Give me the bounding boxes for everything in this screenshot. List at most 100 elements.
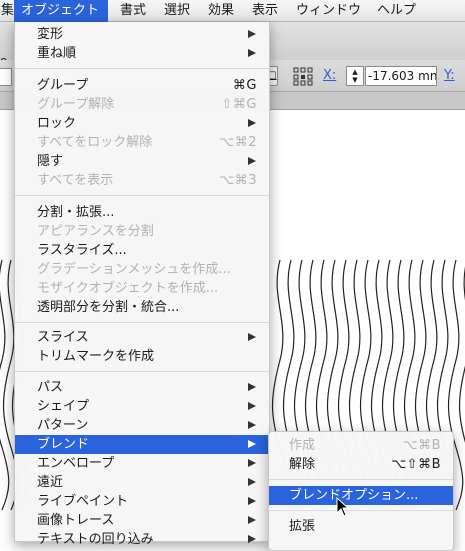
menu-item-text-wrap[interactable]: テキストの回り込み bbox=[15, 530, 269, 549]
submenu-arrow-icon bbox=[248, 459, 256, 467]
menu-item-label: シェイプ bbox=[37, 399, 89, 414]
menu-item-expand[interactable]: 分割・拡張... bbox=[15, 203, 269, 222]
menu-item-label: 透明部分を分割・統合... bbox=[37, 300, 179, 315]
menu-item-label: 作成 bbox=[289, 438, 315, 453]
menu-item-envelope[interactable]: エンベロープ bbox=[15, 454, 269, 473]
object-menu: 変形 重ね順 グループ ⌘G グループ解除 ⇧⌘G ロック すべてをロック解除 ⌥⌘2… bbox=[14, 22, 270, 542]
menu-item-label: 分割・拡張... bbox=[37, 205, 114, 220]
menu-item-perspective[interactable]: 遠近 bbox=[15, 473, 269, 492]
submenu-item-release[interactable]: 解除 ⌥⇧⌘B bbox=[269, 455, 453, 474]
menu-item-label: グループ解除 bbox=[37, 97, 114, 112]
submenu-arrow-icon bbox=[248, 30, 256, 38]
menu-item-label: すべてを表示 bbox=[37, 173, 113, 188]
menu-item-shortcut: ⌥⌘B bbox=[403, 436, 441, 455]
submenu-arrow-icon bbox=[248, 440, 256, 448]
menubar-item-window[interactable]: ウィンドウ bbox=[289, 0, 368, 22]
submenu-arrow-icon bbox=[248, 478, 256, 486]
menu-item-label: モザイクオブジェクトを作成... bbox=[37, 281, 218, 296]
control-bar-field[interactable] bbox=[0, 68, 12, 86]
x-coordinate-input[interactable]: -17.603 mn bbox=[365, 66, 437, 86]
menubar-item-effect[interactable]: 効果 bbox=[201, 0, 241, 22]
menu-item-rasterize[interactable]: ラスタライズ... bbox=[15, 241, 269, 260]
menubar: 集 オブジェクト 書式 選択 効果 表示 ウィンドウ ヘルプ bbox=[0, 0, 465, 22]
menu-item-blend[interactable]: ブレンド bbox=[15, 435, 269, 454]
menu-item-label: エンベロープ bbox=[37, 456, 114, 471]
menu-item-object-mosaic: モザイクオブジェクトを作成... bbox=[15, 279, 269, 298]
menu-item-slice[interactable]: スライス bbox=[15, 328, 269, 347]
menu-separator bbox=[15, 195, 269, 196]
menu-item-image-trace[interactable]: 画像トレース bbox=[15, 511, 269, 530]
menu-item-live-paint[interactable]: ライブペイント bbox=[15, 492, 269, 511]
submenu-arrow-icon bbox=[248, 49, 256, 57]
menu-item-label: 拡張 bbox=[289, 519, 315, 534]
menu-item-label: 重ね順 bbox=[37, 46, 76, 61]
menu-item-label: ラスタライズ... bbox=[37, 243, 127, 258]
menu-item-pattern[interactable]: パターン bbox=[15, 416, 269, 435]
menu-item-label: スライス bbox=[37, 330, 89, 345]
menubar-item-select[interactable]: 選択 bbox=[157, 0, 197, 22]
menu-item-transform[interactable]: 変形 bbox=[15, 25, 269, 44]
menu-separator bbox=[269, 510, 453, 511]
menu-separator bbox=[15, 322, 269, 323]
submenu-arrow-icon bbox=[248, 516, 256, 524]
menu-item-show-all: すべてを表示 ⌥⌘3 bbox=[15, 171, 269, 190]
menu-item-label: ブレンド bbox=[37, 437, 89, 452]
submenu-arrow-icon bbox=[248, 402, 256, 410]
menu-item-label: 画像トレース bbox=[37, 513, 114, 528]
menu-item-label: ライブペイント bbox=[37, 494, 128, 509]
menu-item-label: トリムマークを作成 bbox=[37, 349, 154, 364]
menu-item-shortcut: ⌥⇧⌘B bbox=[391, 455, 441, 474]
menu-item-label: パス bbox=[37, 380, 63, 395]
menu-item-hide[interactable]: 隠す bbox=[15, 152, 269, 171]
menu-item-path[interactable]: パス bbox=[15, 378, 269, 397]
menu-item-arrange[interactable]: 重ね順 bbox=[15, 44, 269, 63]
menu-item-label: 解除 bbox=[289, 457, 315, 472]
submenu-arrow-icon bbox=[248, 535, 256, 543]
menu-item-gradient-mesh: グラデーションメッシュを作成... bbox=[15, 260, 269, 279]
menu-item-label: 遠近 bbox=[37, 475, 63, 490]
menu-item-label: ブレンドオプション... bbox=[289, 488, 418, 503]
blend-submenu: 作成 ⌥⌘B 解除 ⌥⇧⌘B ブレンドオプション... 拡張 bbox=[268, 431, 454, 551]
menubar-item-view[interactable]: 表示 bbox=[245, 0, 285, 22]
menu-item-flatten-transparency[interactable]: 透明部分を分割・統合... bbox=[15, 298, 269, 317]
menu-item-label: すべてをロック解除 bbox=[37, 135, 152, 150]
menu-item-expand-appearance: アピアランスを分割 bbox=[15, 222, 269, 241]
submenu-arrow-icon bbox=[248, 421, 256, 429]
menu-item-label: アピアランスを分割 bbox=[37, 224, 154, 239]
menu-separator bbox=[15, 371, 269, 372]
menubar-item-type[interactable]: 書式 bbox=[113, 0, 153, 22]
menu-item-label: 隠す bbox=[37, 154, 63, 169]
menu-item-shape[interactable]: シェイプ bbox=[15, 397, 269, 416]
y-coordinate-label[interactable]: Y: bbox=[444, 68, 455, 83]
submenu-item-blend-options[interactable]: ブレンドオプション... bbox=[269, 486, 453, 505]
menu-item-shortcut: ⇧⌘G bbox=[222, 95, 257, 114]
menu-item-create-trim-marks[interactable]: トリムマークを作成 bbox=[15, 347, 269, 366]
x-stepper[interactable]: ▲▼ bbox=[346, 66, 364, 86]
submenu-arrow-icon bbox=[248, 157, 256, 165]
menu-item-label: グループ bbox=[37, 78, 88, 93]
submenu-item-make: 作成 ⌥⌘B bbox=[269, 436, 453, 455]
menu-item-shortcut: ⌥⌘2 bbox=[219, 133, 257, 152]
submenu-arrow-icon bbox=[248, 119, 256, 127]
menu-item-label: 変形 bbox=[37, 27, 63, 42]
menu-item-shortcut: ⌘G bbox=[233, 76, 257, 95]
menu-item-unlock-all: すべてをロック解除 ⌥⌘2 bbox=[15, 133, 269, 152]
menu-item-label: グラデーションメッシュを作成... bbox=[37, 262, 231, 277]
align-icon[interactable] bbox=[292, 66, 314, 86]
menu-item-ungroup: グループ解除 ⇧⌘G bbox=[15, 95, 269, 114]
menu-item-lock[interactable]: ロック bbox=[15, 114, 269, 133]
submenu-arrow-icon bbox=[248, 383, 256, 391]
menu-item-label: パターン bbox=[37, 418, 88, 433]
menu-separator bbox=[269, 479, 453, 480]
x-coordinate-label[interactable]: X: bbox=[323, 68, 336, 83]
submenu-arrow-icon bbox=[248, 497, 256, 505]
submenu-item-expand[interactable]: 拡張 bbox=[269, 517, 453, 536]
menu-item-group[interactable]: グループ ⌘G bbox=[15, 76, 269, 95]
menubar-item-help[interactable]: ヘルプ bbox=[370, 0, 423, 22]
menu-item-shortcut: ⌥⌘3 bbox=[219, 171, 257, 190]
mouse-pointer-icon bbox=[336, 497, 350, 517]
menubar-item-object[interactable]: オブジェクト bbox=[14, 0, 108, 22]
menu-separator bbox=[15, 68, 269, 69]
menu-item-label: ロック bbox=[37, 116, 76, 131]
submenu-arrow-icon bbox=[248, 333, 256, 341]
